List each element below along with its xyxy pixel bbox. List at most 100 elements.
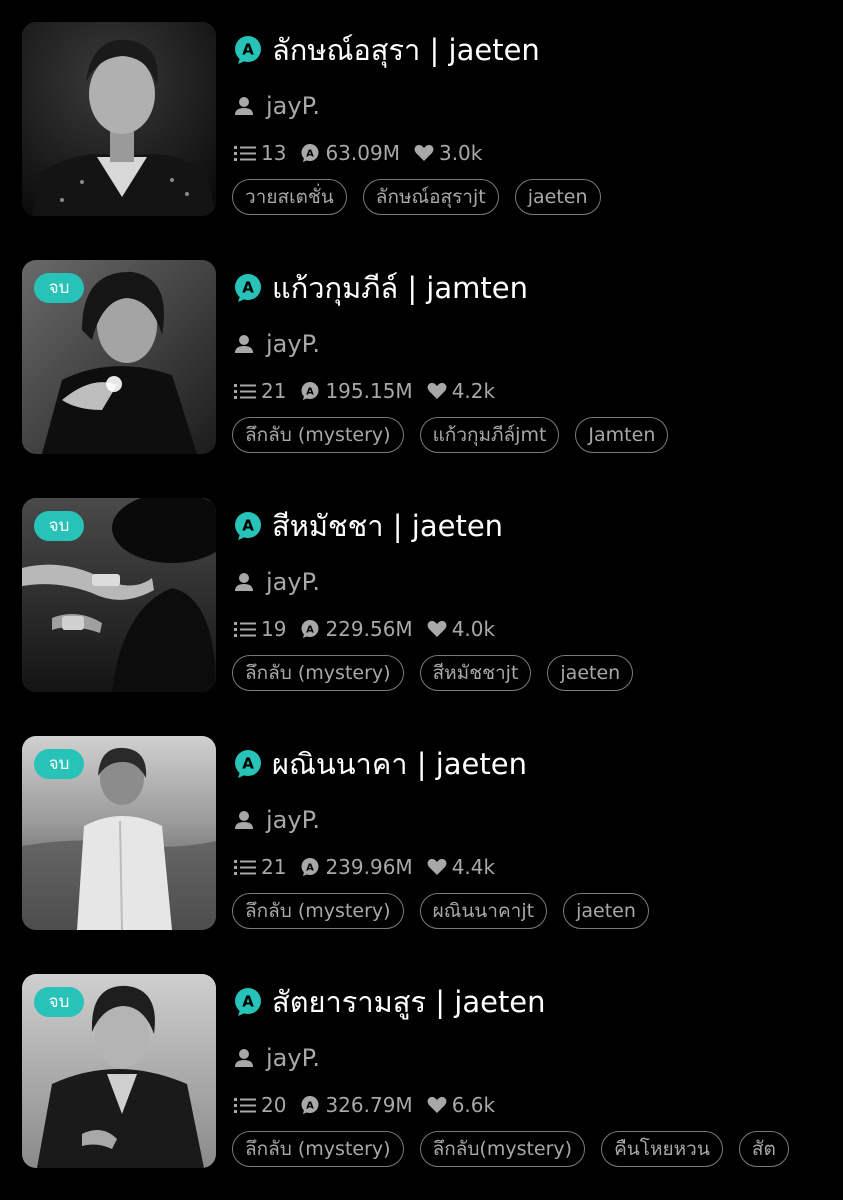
view-count: A 195.15M [300,379,413,403]
app-logo-icon: A [235,512,261,540]
tags-row: วายสเตชั่น ลักษณ์อสุราjt jaeten [232,177,800,217]
like-count: 3.0k [414,141,482,165]
story-item[interactable]: จบ A ผณินนาคา | jaeten jayP. 21 A 239.96… [0,736,843,936]
heart-icon [427,382,447,399]
view-count: A 326.79M [300,1093,413,1117]
svg-text:A: A [307,863,315,874]
story-item[interactable]: จบ A สีหมัชชา | jaeten jayP. 19 A 229.56… [0,498,843,698]
tag-chip[interactable]: ลึกลับ (mystery) [232,1131,404,1167]
app-logo-icon: A [235,988,261,1016]
story-title-row[interactable]: A ลักษณ์อสุรา | jaeten [232,30,540,70]
story-item[interactable]: A ลักษณ์อสุรา | jaeten jayP. 13 A 63.09M… [0,22,843,222]
list-icon [234,384,256,399]
chapter-count: 21 [234,855,286,879]
list-icon [234,146,256,161]
views-icon: A [301,382,319,400]
list-icon [234,1098,256,1113]
story-title-row[interactable]: A แก้วกุมภีล์ | jamten [232,268,528,308]
views-icon: A [301,620,319,638]
heart-icon [427,1096,447,1113]
chapter-count: 19 [234,617,286,641]
stats-row: 21 A 195.15M 4.2k [234,376,509,406]
author-row[interactable]: jayP. [234,88,320,124]
story-title: สัตยารามสูร | jaeten [272,985,546,1019]
tag-chip[interactable]: ลักษณ์อสุราjt [362,179,499,215]
tags-row: ลึกลับ (mystery) สีหมัชชาjt jaeten [232,653,800,693]
author-row[interactable]: jayP. [234,802,320,838]
story-item[interactable]: จบ A แก้วกุมภีล์ | jamten jayP. 21 A 195… [0,260,843,460]
author-name: jayP. [266,806,320,834]
like-count: 4.4k [427,855,495,879]
tag-chip[interactable]: ลึกลับ (mystery) [232,893,404,929]
completed-badge: จบ [34,273,84,303]
tag-chip[interactable]: jaeten [563,893,649,929]
story-cover-image[interactable]: จบ [22,260,216,454]
svg-text:A: A [307,387,315,398]
stats-row: 21 A 239.96M 4.4k [234,852,509,882]
story-item[interactable]: จบ A สัตยารามสูร | jaeten jayP. 20 A 326… [0,974,843,1174]
tag-chip[interactable]: คืนโหยหวน [601,1131,723,1167]
person-icon [235,1049,253,1067]
story-cover-image[interactable]: จบ [22,736,216,930]
author-row[interactable]: jayP. [234,326,320,362]
tags-row: ลึกลับ (mystery) แก้วกุมภีล์jmt Jamten [232,415,800,455]
tag-chip[interactable]: สัต [738,1131,789,1167]
author-name: jayP. [266,568,320,596]
story-title: ลักษณ์อสุรา | jaeten [272,33,540,67]
author-row[interactable]: jayP. [234,1040,320,1076]
tag-chip[interactable]: สีหมัชชาjt [419,655,532,691]
tags-row: ลึกลับ (mystery) ผณินนาคาjt jaeten [232,891,800,931]
svg-text:A: A [242,517,254,535]
story-cover-image[interactable]: จบ [22,498,216,692]
svg-text:A: A [307,1101,315,1112]
story-cover-image[interactable] [22,22,216,216]
tag-chip[interactable]: ผณินนาคาjt [419,893,548,929]
author-row[interactable]: jayP. [234,564,320,600]
tag-chip[interactable]: ลึกลับ (mystery) [232,655,404,691]
chapter-count: 21 [234,379,286,403]
svg-text:A: A [242,755,254,773]
heart-icon [414,144,434,161]
view-count: A 63.09M [300,141,400,165]
story-title-row[interactable]: A สัตยารามสูร | jaeten [232,982,546,1022]
tag-chip[interactable]: ลึกลับ (mystery) [232,417,404,453]
svg-text:A: A [242,279,254,297]
story-title: ผณินนาคา | jaeten [272,747,527,781]
person-icon [235,335,253,353]
view-count: A 229.56M [300,617,413,641]
like-count: 4.2k [427,379,495,403]
tag-chip[interactable]: jaeten [514,179,601,215]
stats-row: 20 A 326.79M 6.6k [234,1090,509,1120]
tag-chip[interactable]: jaeten [547,655,634,691]
story-cover-image[interactable]: จบ [22,974,216,1168]
views-icon: A [301,1096,319,1114]
author-name: jayP. [266,1044,320,1072]
svg-text:A: A [307,625,315,636]
completed-badge: จบ [34,987,84,1017]
stats-row: 13 A 63.09M 3.0k [234,138,496,168]
author-name: jayP. [266,92,320,120]
tag-chip[interactable]: แก้วกุมภีล์jmt [419,417,560,453]
story-title: สีหมัชชา | jaeten [272,509,504,543]
tag-chip[interactable]: วายสเตชั่น [232,179,347,215]
list-icon [234,860,256,875]
author-name: jayP. [266,330,320,358]
story-title: แก้วกุมภีล์ | jamten [272,271,528,305]
tags-row: ลึกลับ (mystery) ลึกลับ(mystery) คืนโหยห… [232,1129,800,1169]
svg-text:A: A [307,149,315,160]
view-count: A 239.96M [300,855,413,879]
svg-text:A: A [242,993,254,1011]
like-count: 4.0k [427,617,495,641]
chapter-count: 20 [234,1093,286,1117]
app-logo-icon: A [235,274,261,302]
person-icon [235,811,253,829]
story-title-row[interactable]: A ผณินนาคา | jaeten [232,744,527,784]
like-count: 6.6k [427,1093,495,1117]
person-icon [235,573,253,591]
chapter-count: 13 [234,141,286,165]
app-logo-icon: A [235,36,261,64]
story-title-row[interactable]: A สีหมัชชา | jaeten [232,506,503,546]
completed-badge: จบ [34,511,84,541]
tag-chip[interactable]: ลึกลับ(mystery) [419,1131,586,1167]
tag-chip[interactable]: Jamten [575,417,669,453]
